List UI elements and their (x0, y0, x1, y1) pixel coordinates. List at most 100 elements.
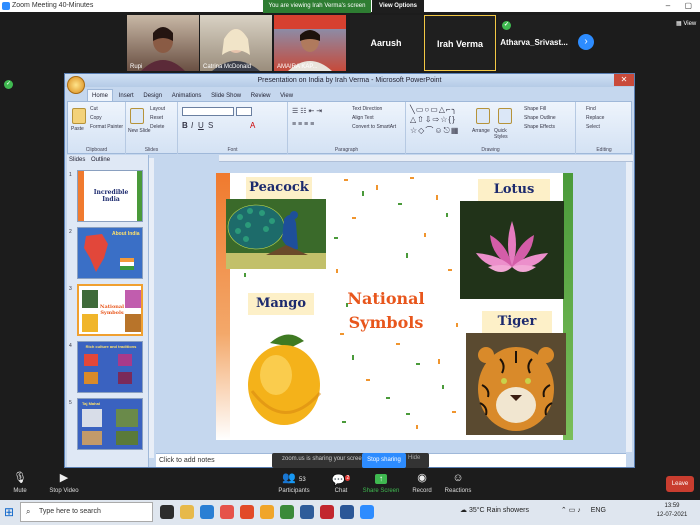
align-icons[interactable]: ≡ ≡ ≡ ≡ (292, 121, 314, 128)
verified-icon: ✓ (502, 21, 511, 30)
slide-thumbnail[interactable]: Rich culture and traditions (77, 341, 143, 393)
text-direction-button[interactable]: Text Direction (352, 106, 382, 112)
zoom-logo-icon (2, 2, 10, 10)
font-color-icon[interactable]: A (250, 121, 255, 130)
layout-button[interactable]: Layout (150, 106, 165, 112)
participant-tile[interactable]: Aarush (350, 15, 422, 71)
app-icon[interactable] (300, 505, 314, 519)
font-family-select[interactable] (182, 107, 234, 116)
paste-icon[interactable] (72, 108, 86, 124)
hide-button[interactable]: Hide (408, 455, 420, 461)
mango-image (230, 301, 332, 433)
next-participants-button[interactable]: › (578, 34, 594, 50)
language-indicator[interactable]: ENG (591, 507, 606, 514)
weather-text[interactable]: 35°C Rain showers (469, 507, 529, 514)
opera-icon[interactable] (220, 505, 234, 519)
quick-styles-button[interactable]: Quick Styles (494, 128, 516, 140)
font-size-select[interactable] (236, 107, 252, 116)
tray-icons[interactable]: ⌃ ▭ ♪ (561, 507, 581, 514)
group-label: Font (227, 147, 238, 153)
slide-thumbnail[interactable]: Incredible India (77, 170, 143, 222)
ribbon-tabs: Home Insert Design Animations Slide Show… (87, 89, 297, 102)
slide-thumbnail-selected[interactable]: National Symbols (77, 284, 143, 336)
slide-thumbnail[interactable]: Taj Mahal (77, 398, 143, 450)
word-icon[interactable] (340, 505, 354, 519)
current-slide[interactable]: Peacock Lotus Mango Tiger National Symbo… (216, 173, 573, 440)
underline-icon[interactable]: U (198, 121, 204, 130)
system-tray: ☁ 35°C Rain showers ⌃ ▭ ♪ ENG (460, 506, 606, 514)
paragraph-group: ☰ ☷ ⇤ ⇥ ≡ ≡ ≡ ≡ Text Direction Align Tex… (288, 102, 406, 154)
leave-button[interactable]: Leave (666, 476, 694, 492)
shape-effects-button[interactable]: Shape Effects (524, 124, 555, 130)
bold-icon[interactable]: B (182, 121, 188, 130)
edge-icon[interactable] (200, 505, 214, 519)
clock[interactable]: 13:59 12-07-2021 (647, 502, 697, 520)
new-slide-button[interactable]: New Slide (128, 128, 151, 134)
replace-button[interactable]: Replace (586, 115, 604, 121)
slide-number: 4 (69, 343, 72, 349)
task-view-icon[interactable] (160, 505, 174, 519)
smartart-button[interactable]: Convert to SmartArt (352, 124, 396, 130)
time: 13:59 (664, 503, 680, 509)
slide-thumbnail[interactable]: About India (77, 227, 143, 279)
office-icon[interactable] (240, 505, 254, 519)
italic-icon[interactable]: I (191, 121, 193, 130)
video-camera-icon: ▶ (59, 472, 69, 484)
participant-tile[interactable]: ✓ Atharva_Srivast... (498, 15, 570, 71)
shapes-gallery-row[interactable]: ☆◇⌒☺⎋▦ (410, 125, 459, 136)
participant-tile[interactable]: Rupi (127, 15, 199, 71)
zoom-icon[interactable] (360, 505, 374, 519)
shapes-gallery-row[interactable]: △⇧⇩⇨☆{} (410, 115, 456, 124)
thumb-title: About India (112, 231, 140, 237)
slides-panel-scrollbar[interactable] (149, 158, 154, 458)
mute-button[interactable]: 🎙 Mute (0, 472, 44, 494)
chrome-icon[interactable] (260, 505, 274, 519)
cut-button[interactable]: Cut (90, 106, 98, 112)
strikethrough-icon[interactable]: S (208, 121, 213, 130)
bullets-icon[interactable]: ☰ ☷ ⇤ ⇥ (292, 107, 322, 115)
participant-name: Catrina McDonald (203, 64, 252, 70)
participant-name: Rupi (130, 64, 143, 70)
stop-sharing-button[interactable]: Stop sharing (362, 453, 406, 468)
align-text-button[interactable]: Align Text (352, 115, 374, 121)
tab-slides[interactable]: Slides (69, 157, 85, 163)
encryption-shield-icon[interactable]: ✓ (4, 80, 13, 89)
reset-button[interactable]: Reset (150, 115, 163, 121)
app-icon[interactable] (280, 505, 294, 519)
editor-scrollbar[interactable] (626, 162, 632, 452)
copy-button[interactable]: Copy (90, 115, 102, 121)
paste-button[interactable]: Paste (71, 126, 84, 132)
format-painter-button[interactable]: Format Painter (90, 124, 123, 130)
office-button[interactable] (67, 76, 85, 94)
shape-outline-button[interactable]: Shape Outline (524, 115, 556, 121)
arrange-icon[interactable] (476, 108, 490, 124)
group-label: Drawing (481, 147, 500, 153)
participant-video (274, 15, 346, 71)
participant-tile-active-speaker[interactable]: Irah Verma (424, 15, 496, 71)
find-button[interactable]: Find (586, 106, 596, 112)
arrange-button[interactable]: Arrange (472, 128, 490, 134)
taskbar-search-input[interactable]: Type here to search (20, 502, 153, 522)
shapes-gallery[interactable]: ╲▭○▭△⌐╮ (410, 105, 457, 114)
participants-button[interactable]: 👥 53 Participants (270, 472, 318, 494)
participant-tile[interactable]: AMAIRA KAP... (274, 15, 346, 71)
peacock-illustration (226, 199, 326, 269)
reactions-button[interactable]: ☺ Reactions (434, 472, 482, 494)
view-options-button[interactable]: View Options (372, 0, 424, 13)
windows-start-icon[interactable]: ⊞ (4, 505, 14, 519)
select-button[interactable]: Select (586, 124, 600, 130)
quick-styles-icon[interactable] (498, 108, 512, 124)
slides-group: New Slide Layout Reset Delete Slides (126, 102, 178, 154)
shape-fill-button[interactable]: Shape Fill (524, 106, 546, 112)
participant-tile[interactable]: Catrina McDonald (200, 15, 272, 71)
delete-button[interactable]: Delete (150, 124, 164, 130)
ppt-close-button[interactable]: ✕ (614, 74, 634, 86)
tab-outline[interactable]: Outline (91, 157, 110, 163)
participants-icon: 👥 53 (282, 472, 306, 484)
pdf-reader-icon[interactable] (320, 505, 334, 519)
view-layout-button[interactable]: ▦ View (676, 20, 696, 27)
file-explorer-icon[interactable] (180, 505, 194, 519)
new-slide-icon[interactable] (130, 108, 144, 124)
stop-video-button[interactable]: ▶ Stop Video (40, 472, 88, 494)
window-controls[interactable]: – ▢ ✕ (658, 0, 698, 22)
